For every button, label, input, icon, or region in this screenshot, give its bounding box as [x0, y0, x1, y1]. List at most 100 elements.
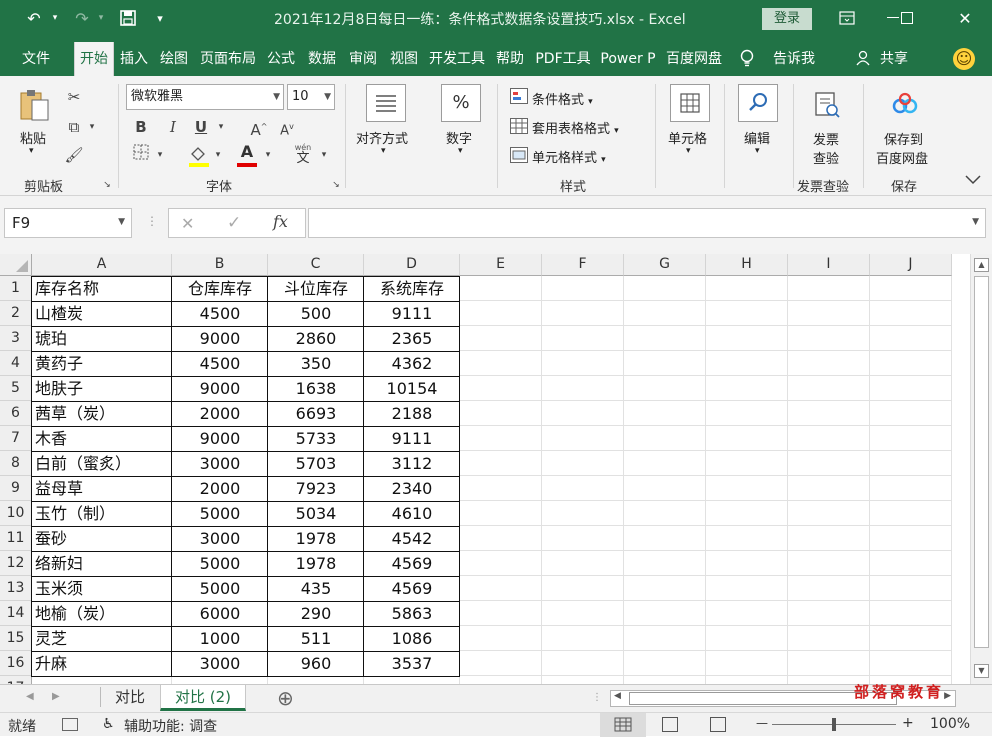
cut-icon[interactable]: ✂: [62, 86, 86, 108]
table-cell[interactable]: 木香: [32, 426, 172, 451]
tab-view[interactable]: 视图: [385, 42, 423, 76]
accessibility-icon[interactable]: ♿︎: [102, 716, 115, 732]
scroll-sheets-right-icon[interactable]: ▶: [52, 691, 60, 702]
table-cell[interactable]: 9000: [172, 426, 268, 451]
zoom-in-button[interactable]: +: [902, 715, 914, 731]
bold-button[interactable]: B: [130, 116, 152, 138]
grow-font-button[interactable]: A^: [248, 116, 270, 141]
column-header-c[interactable]: C: [268, 254, 364, 276]
underline-dropdown-icon[interactable]: ▾: [214, 116, 228, 138]
name-box[interactable]: F9 ▼: [4, 208, 132, 238]
phonetic-guide-icon[interactable]: wén 文: [292, 142, 314, 170]
table-cell[interactable]: 玉米须: [32, 576, 172, 601]
fill-color-dropdown-icon[interactable]: ▾: [212, 144, 224, 166]
table-cell[interactable]: 黄药子: [32, 351, 172, 376]
tab-file[interactable]: 文件: [10, 42, 62, 76]
table-cell[interactable]: 4362: [364, 351, 460, 376]
conditional-format-button[interactable]: 条件格式 ▾: [532, 89, 593, 108]
zoom-slider-thumb[interactable]: [832, 718, 836, 731]
table-cell[interactable]: 5000: [172, 576, 268, 601]
copy-dropdown-icon[interactable]: ▾: [86, 116, 98, 138]
column-header-j[interactable]: J: [870, 254, 952, 276]
table-header-cell[interactable]: 系统库存: [364, 276, 460, 301]
formula-input[interactable]: ▼: [308, 208, 986, 238]
undo-icon[interactable]: ↶: [20, 6, 48, 30]
ribbon-display-icon[interactable]: [832, 4, 862, 32]
tab-power-pivot[interactable]: Power P: [597, 42, 659, 76]
table-cell[interactable]: 2340: [364, 476, 460, 501]
table-cell[interactable]: 1638: [268, 376, 364, 401]
vertical-scrollbar[interactable]: ▲ ▼: [970, 254, 992, 684]
tell-me-search[interactable]: 告诉我: [764, 42, 824, 76]
row-header-10[interactable]: 10: [0, 501, 32, 526]
smiley-feedback-icon[interactable]: ☺: [953, 48, 975, 70]
shrink-font-button[interactable]: Av: [276, 116, 298, 142]
restore-button[interactable]: [892, 4, 922, 32]
format-as-table-icon[interactable]: [510, 118, 528, 134]
table-cell[interactable]: 1000: [172, 626, 268, 651]
row-header-15[interactable]: 15: [0, 626, 32, 651]
editing-search-icon[interactable]: [738, 84, 778, 122]
alignment-dropdown-icon[interactable]: ▾: [381, 146, 386, 156]
tab-home[interactable]: 开始: [74, 42, 114, 76]
table-cell[interactable]: 9000: [172, 326, 268, 351]
table-cell[interactable]: 10154: [364, 376, 460, 401]
tab-baidu-netdisk[interactable]: 百度网盘: [663, 42, 725, 76]
row-header-2[interactable]: 2: [0, 301, 32, 326]
tab-developer[interactable]: 开发工具: [426, 42, 488, 76]
table-cell[interactable]: 2000: [172, 401, 268, 426]
column-header-h[interactable]: H: [706, 254, 788, 276]
table-cell[interactable]: 2188: [364, 401, 460, 426]
font-color-dropdown-icon[interactable]: ▾: [262, 144, 274, 166]
table-cell[interactable]: 地肤子: [32, 376, 172, 401]
table-cell[interactable]: 6693: [268, 401, 364, 426]
column-header-b[interactable]: B: [172, 254, 268, 276]
table-cell[interactable]: 玉竹（制）: [32, 501, 172, 526]
table-cell[interactable]: 500: [268, 301, 364, 326]
share-button[interactable]: 共享: [876, 42, 912, 76]
format-as-table-button[interactable]: 套用表格格式 ▾: [532, 118, 619, 137]
table-cell[interactable]: 茜草（炭）: [32, 401, 172, 426]
macro-record-icon[interactable]: [62, 718, 78, 731]
table-cell[interactable]: 4542: [364, 526, 460, 551]
close-button[interactable]: ✕: [950, 4, 980, 32]
invoice-check-icon[interactable]: [812, 90, 842, 120]
number-dropdown-icon[interactable]: ▾: [458, 146, 463, 156]
alignment-label[interactable]: 对齐方式: [356, 128, 408, 147]
scroll-right-icon[interactable]: ▶: [944, 691, 951, 701]
row-header-11[interactable]: 11: [0, 526, 32, 551]
paste-label[interactable]: 粘贴: [20, 128, 46, 147]
table-cell[interactable]: 5703: [268, 451, 364, 476]
redo-icon[interactable]: ↷: [68, 6, 96, 30]
table-cell[interactable]: 1086: [364, 626, 460, 651]
table-cell[interactable]: 6000: [172, 601, 268, 626]
sheet-tab[interactable]: 对比: [102, 685, 158, 711]
table-cell[interactable]: 511: [268, 626, 364, 651]
table-header-cell[interactable]: 斗位库存: [268, 276, 364, 301]
table-cell[interactable]: 1978: [268, 526, 364, 551]
zoom-out-button[interactable]: —: [756, 716, 768, 730]
alignment-icon[interactable]: [366, 84, 406, 122]
row-header-8[interactable]: 8: [0, 451, 32, 476]
table-cell[interactable]: 1978: [268, 551, 364, 576]
copy-icon[interactable]: ⧉: [62, 116, 86, 138]
table-cell[interactable]: 白前（蜜炙）: [32, 451, 172, 476]
table-cell[interactable]: 290: [268, 601, 364, 626]
accessibility-status[interactable]: 辅助功能: 调查: [124, 716, 217, 736]
number-format-icon[interactable]: %: [441, 84, 481, 122]
column-header-g[interactable]: G: [624, 254, 706, 276]
add-sheet-icon[interactable]: ⊕: [277, 686, 294, 710]
table-cell[interactable]: 琥珀: [32, 326, 172, 351]
table-cell[interactable]: 3000: [172, 651, 268, 676]
table-cell[interactable]: 7923: [268, 476, 364, 501]
number-label[interactable]: 数字: [446, 128, 472, 147]
cells-icon[interactable]: [670, 84, 710, 122]
paste-icon[interactable]: [18, 88, 50, 122]
page-layout-view-button[interactable]: [662, 717, 678, 732]
table-cell[interactable]: 3112: [364, 451, 460, 476]
row-header-7[interactable]: 7: [0, 426, 32, 451]
login-button[interactable]: 登录: [762, 8, 812, 30]
select-all-corner[interactable]: [0, 254, 32, 276]
tab-data[interactable]: 数据: [303, 42, 341, 76]
cancel-icon[interactable]: ✕: [181, 214, 194, 233]
